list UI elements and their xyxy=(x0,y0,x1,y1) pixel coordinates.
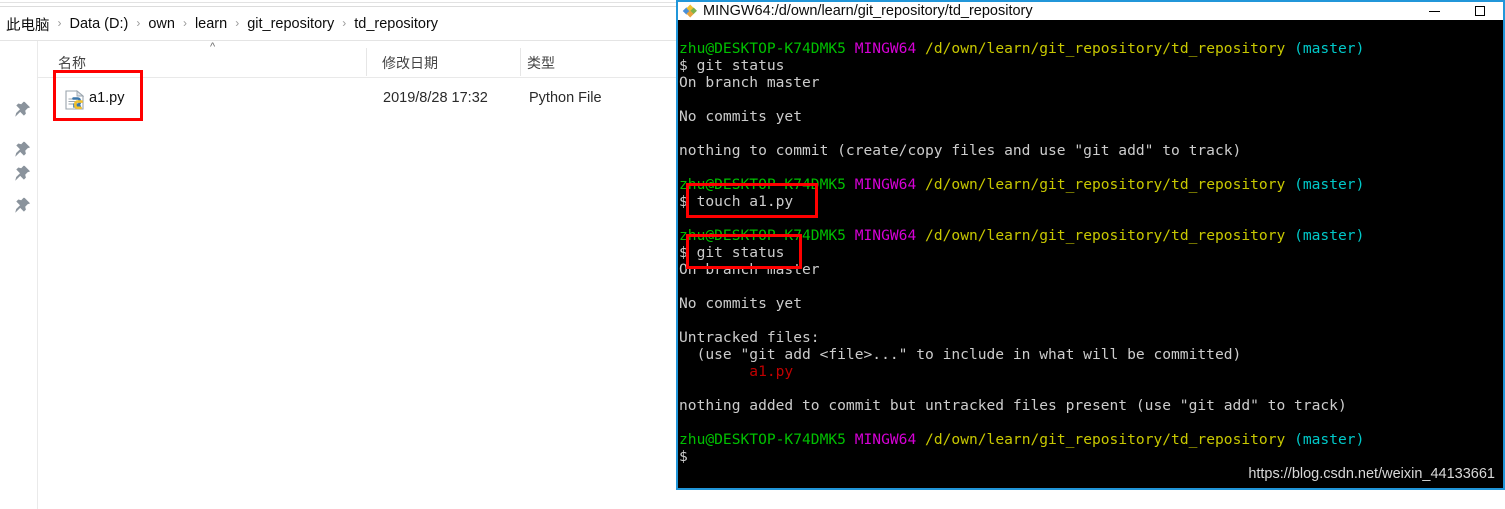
maximize-icon xyxy=(1475,6,1485,16)
toolbar-divider-bottom xyxy=(0,6,676,7)
window-controls xyxy=(1411,2,1503,20)
column-header-row: 名称 修改日期 类型 xyxy=(37,48,676,78)
terminal-output-line: nothing added to commit but untracked fi… xyxy=(679,397,1347,414)
breadcrumb-item-1[interactable]: 此电脑 xyxy=(4,14,52,35)
file-name-cell[interactable]: a1.py xyxy=(89,90,124,106)
sort-ascending-icon: ^ xyxy=(210,41,216,53)
terminal-command-line: $ git status xyxy=(679,244,785,261)
column-header-divider xyxy=(37,77,676,78)
git-bash-window: MINGW64:/d/own/learn/git_repository/td_r… xyxy=(676,0,1505,490)
minimize-button[interactable] xyxy=(1411,2,1457,20)
terminal-output[interactable]: zhu@DESKTOP-K74DMK5 MINGW64 /d/own/learn… xyxy=(678,20,1503,488)
breadcrumb-item-4[interactable]: learn xyxy=(193,16,229,32)
breadcrumb-item-6[interactable]: td_repository xyxy=(352,16,440,32)
column-header-type[interactable]: 类型 xyxy=(527,53,555,73)
breadcrumb-separator: › xyxy=(136,16,141,30)
terminal-prompt-line: zhu@DESKTOP-K74DMK5 MINGW64 /d/own/learn… xyxy=(679,227,1365,244)
breadcrumb-separator: › xyxy=(57,16,62,30)
column-divider-1[interactable] xyxy=(366,48,367,76)
terminal-output-line: No commits yet xyxy=(679,295,803,312)
file-type-cell: Python File xyxy=(529,90,602,106)
breadcrumb[interactable]: 此电脑 › Data (D:) › own › learn › git_repository › t… xyxy=(0,11,440,37)
terminal-prompt-line: zhu@DESKTOP-K74DMK5 MINGW64 /d/own/learn… xyxy=(679,40,1365,57)
watermark: https://blog.csdn.net/weixin_44133661 xyxy=(1248,466,1495,482)
breadcrumb-separator: › xyxy=(235,16,240,30)
terminal-titlebar[interactable]: MINGW64:/d/own/learn/git_repository/td_r… xyxy=(678,2,1503,20)
table-row[interactable]: a1.py 2019/8/28 17:32 Python File xyxy=(37,85,676,115)
terminal-output-line: On branch master xyxy=(679,74,820,91)
file-date-cell: 2019/8/28 17:32 xyxy=(383,90,488,106)
terminal-output-line: Untracked files: xyxy=(679,329,820,346)
breadcrumb-item-3[interactable]: own xyxy=(146,16,177,32)
terminal-untracked-file-line: a1.py xyxy=(679,363,794,380)
breadcrumb-divider xyxy=(0,40,676,41)
terminal-command-line: $ git status xyxy=(679,57,785,74)
pushpin-icon[interactable] xyxy=(14,196,32,214)
terminal-command-line: $ touch a1.py xyxy=(679,193,794,210)
terminal-prompt-line: zhu@DESKTOP-K74DMK5 MINGW64 /d/own/learn… xyxy=(679,176,1365,193)
terminal-output-line: (use "git add <file>..." to include in w… xyxy=(679,346,1242,363)
navigation-rail xyxy=(0,41,37,509)
terminal-command-line: $ xyxy=(679,448,688,465)
python-file-icon xyxy=(65,90,85,110)
terminal-title: MINGW64:/d/own/learn/git_repository/td_r… xyxy=(703,3,1033,19)
pushpin-icon[interactable] xyxy=(14,140,32,158)
terminal-output-line: nothing to commit (create/copy files and… xyxy=(679,142,1242,159)
terminal-output-line: No commits yet xyxy=(679,108,803,125)
breadcrumb-separator: › xyxy=(182,16,187,30)
git-bash-icon xyxy=(682,3,698,19)
minimize-icon xyxy=(1428,10,1440,12)
column-header-date[interactable]: 修改日期 xyxy=(382,53,438,73)
file-explorer-pane: 此电脑 › Data (D:) › own › learn › git_repository › t… xyxy=(0,0,676,509)
toolbar-divider-top xyxy=(0,2,676,3)
column-divider-2[interactable] xyxy=(520,48,521,76)
pushpin-icon[interactable] xyxy=(14,100,32,118)
terminal-output-line: On branch master xyxy=(679,261,820,278)
breadcrumb-separator: › xyxy=(342,16,347,30)
pushpin-icon[interactable] xyxy=(14,164,32,182)
maximize-button[interactable] xyxy=(1457,2,1503,20)
column-header-name[interactable]: 名称 xyxy=(58,53,86,73)
breadcrumb-item-2[interactable]: Data (D:) xyxy=(68,16,131,32)
breadcrumb-item-5[interactable]: git_repository xyxy=(245,16,336,32)
terminal-prompt-line: zhu@DESKTOP-K74DMK5 MINGW64 /d/own/learn… xyxy=(679,431,1365,448)
